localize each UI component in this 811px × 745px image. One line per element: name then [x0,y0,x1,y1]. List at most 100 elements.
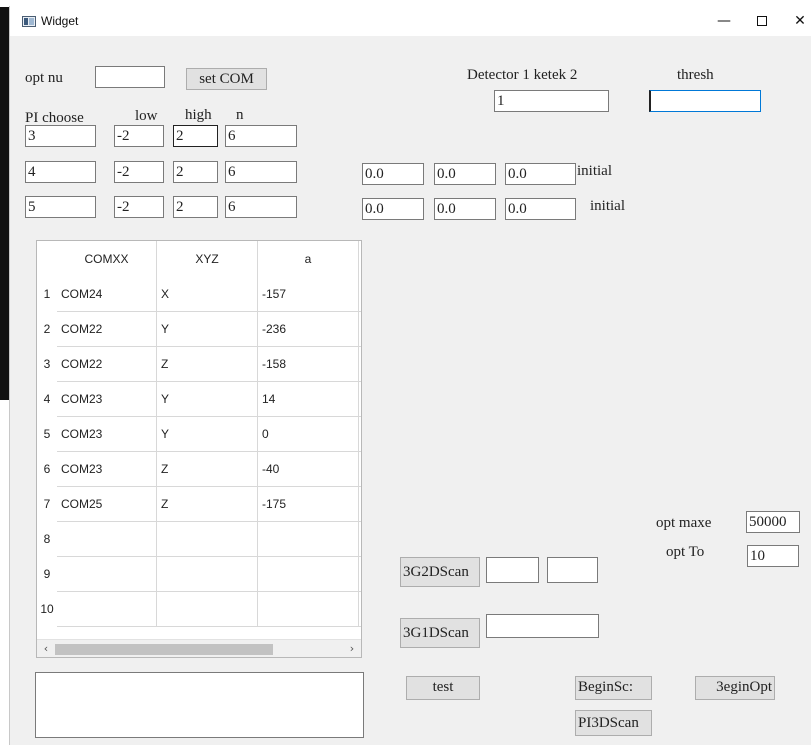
cell-a[interactable]: 14 [258,382,359,417]
row-index[interactable]: 7 [37,487,57,522]
table-row[interactable]: 2COM22Y-236- [37,312,361,347]
begin-scan-button[interactable]: BeginSc: [575,676,652,700]
g2d-input-2[interactable] [547,557,598,583]
cell-xyz[interactable]: Y [157,417,258,452]
initial-value-input[interactable]: 0.0 [362,198,424,220]
log-output[interactable] [35,672,364,738]
cell-a[interactable]: -157 [258,277,359,312]
cell-comxx[interactable]: COM23 [57,417,157,452]
low-input[interactable]: -2 [114,196,164,218]
pi-choose-input[interactable]: 5 [25,196,96,218]
cell-comxx[interactable]: COM23 [57,452,157,487]
scroll-right-icon[interactable]: › [343,640,361,657]
cell-a[interactable]: -40 [258,452,359,487]
row-index[interactable]: 8 [37,522,57,557]
table-row[interactable]: 10 [37,592,361,627]
cell-xyz[interactable] [157,522,258,557]
pi-choose-input[interactable]: 3 [25,125,96,147]
row-index[interactable]: 5 [37,417,57,452]
cell-next[interactable]: - [359,487,361,522]
high-input[interactable]: 2 [173,161,218,183]
pi-choose-input[interactable]: 4 [25,161,96,183]
initial-value-input[interactable]: 0.0 [505,198,576,220]
cell-a[interactable]: -175 [258,487,359,522]
initial-value-input[interactable]: 0.0 [434,198,496,220]
n-input[interactable]: 6 [225,161,297,183]
close-button[interactable]: ✕ [780,6,811,36]
thresh-input[interactable] [649,90,761,112]
cell-a[interactable] [258,557,359,592]
initial-value-input[interactable]: 0.0 [362,163,424,185]
cell-next[interactable]: - [359,347,361,382]
cell-comxx[interactable]: COM25 [57,487,157,522]
table-row[interactable]: 5COM23Y09 [37,417,361,452]
column-header-xyz[interactable]: XYZ [157,241,258,277]
cell-xyz[interactable] [157,557,258,592]
cell-xyz[interactable]: Y [157,312,258,347]
high-input[interactable]: 2 [173,196,218,218]
cell-comxx[interactable] [57,592,157,627]
cell-comxx[interactable]: COM23 [57,382,157,417]
cell-next[interactable]: 9 [359,417,361,452]
row-index[interactable]: 4 [37,382,57,417]
set-com-button[interactable]: set COM [186,68,267,90]
row-index[interactable]: 2 [37,312,57,347]
cell-a[interactable]: -158 [258,347,359,382]
com-table[interactable]: COMXX XYZ a 1COM24X-157-2COM22Y-236-3COM… [36,240,362,658]
high-input[interactable]: 2 [173,125,218,147]
test-button[interactable]: test [406,676,480,700]
table-row[interactable]: 4COM23Y149 [37,382,361,417]
cell-comxx[interactable]: COM22 [57,347,157,382]
row-index[interactable]: 9 [37,557,57,592]
cell-a[interactable] [258,522,359,557]
opt-maxe-input[interactable]: 50000 [746,511,800,533]
row-index[interactable]: 1 [37,277,57,312]
cell-a[interactable]: 0 [258,417,359,452]
cell-next[interactable] [359,522,361,557]
cell-comxx[interactable]: COM22 [57,312,157,347]
table-row[interactable]: 6COM23Z-404 [37,452,361,487]
maximize-button[interactable] [742,6,782,36]
scroll-thumb[interactable] [55,644,273,655]
cell-next[interactable] [359,557,361,592]
initial-value-input[interactable]: 0.0 [434,163,496,185]
pi3d-scan-button[interactable]: PI3DScan [575,710,652,736]
begin-opt-button[interactable]: 3eginOpt [695,676,775,700]
cell-next[interactable]: - [359,277,361,312]
cell-xyz[interactable]: Z [157,452,258,487]
row-index[interactable]: 6 [37,452,57,487]
cell-next[interactable] [359,592,361,627]
table-row[interactable]: 3COM22Z-158- [37,347,361,382]
cell-xyz[interactable]: Z [157,347,258,382]
low-input[interactable]: -2 [114,161,164,183]
table-row[interactable]: 1COM24X-157- [37,277,361,312]
cell-a[interactable]: -236 [258,312,359,347]
scroll-left-icon[interactable]: ‹ [37,640,55,657]
cell-next[interactable]: 4 [359,452,361,487]
table-row[interactable]: 7COM25Z-175- [37,487,361,522]
cell-comxx[interactable] [57,522,157,557]
cell-comxx[interactable]: COM24 [57,277,157,312]
n-input[interactable]: 6 [225,196,297,218]
minimize-button[interactable]: — [704,6,744,36]
opt-nu-input[interactable] [95,66,165,88]
n-input[interactable]: 6 [225,125,297,147]
cell-xyz[interactable]: X [157,277,258,312]
column-header-a[interactable]: a [258,241,359,277]
g2d-scan-button[interactable]: 3G2DScan [400,557,480,587]
cell-xyz[interactable]: Z [157,487,258,522]
g1d-input[interactable] [486,614,599,638]
column-header-comxx[interactable]: COMXX [57,241,157,277]
table-row[interactable]: 8 [37,522,361,557]
g1d-scan-button[interactable]: 3G1DScan [400,618,480,648]
g2d-input-1[interactable] [486,557,539,583]
cell-a[interactable] [258,592,359,627]
cell-xyz[interactable] [157,592,258,627]
horizontal-scrollbar[interactable]: ‹ › [37,639,361,657]
cell-next[interactable]: - [359,312,361,347]
cell-comxx[interactable] [57,557,157,592]
opt-to-input[interactable]: 10 [747,545,799,567]
cell-next[interactable]: 9 [359,382,361,417]
detector-input[interactable]: 1 [494,90,609,112]
initial-value-input[interactable]: 0.0 [505,163,576,185]
